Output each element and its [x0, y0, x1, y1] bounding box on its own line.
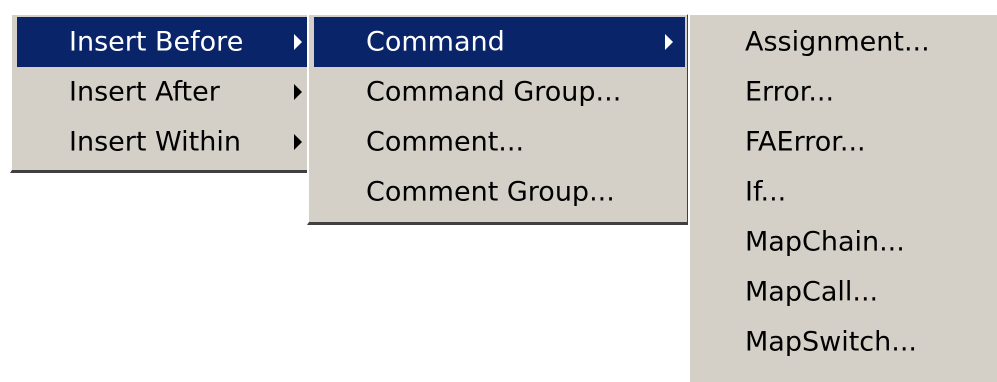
menu-item-label: Command: [366, 26, 505, 58]
menu-item-insert-within[interactable]: Insert Within: [17, 117, 314, 167]
menu-item-mapcall[interactable]: MapCall...: [695, 267, 995, 317]
menu-item-label: Insert Before: [69, 26, 244, 58]
menu-item-comment-group[interactable]: Comment Group...: [314, 167, 685, 217]
menu-item-label: MapChain...: [745, 226, 905, 258]
menu-item-command[interactable]: Command: [314, 17, 685, 67]
menu-item-insert-after[interactable]: Insert After: [17, 67, 314, 117]
menu-item-label: Comment...: [366, 126, 525, 158]
menu-item-label: Error...: [745, 76, 835, 108]
menu-item-label: Command Group...: [366, 76, 622, 108]
menu-item-command-group[interactable]: Command Group...: [314, 67, 685, 117]
menu-item-label: Insert Within: [69, 126, 241, 158]
menu-item-label: Assignment...: [745, 26, 930, 58]
menu-item-label: FAError...: [745, 126, 866, 158]
menu-item-faerror[interactable]: FAError...: [695, 117, 995, 167]
submenu-arrow-icon: [294, 84, 302, 100]
menu-item-label: MapSwitch...: [745, 326, 917, 358]
menu-item-label: If...: [745, 176, 787, 208]
menu-item-mapchain[interactable]: MapChain...: [695, 217, 995, 267]
menu-item-if[interactable]: If...: [695, 167, 995, 217]
submenu-insert-before: Command Command Group... Comment... Comm…: [307, 13, 690, 225]
menu-item-mapswitch[interactable]: MapSwitch...: [695, 317, 995, 367]
menu-item-assignment[interactable]: Assignment...: [695, 17, 995, 67]
submenu-command: Assignment... Error... FAError... If... …: [688, 13, 997, 382]
menu-item-error[interactable]: Error...: [695, 67, 995, 117]
menu-item-label: MapCall...: [745, 276, 879, 308]
menu-item-label: Comment Group...: [366, 176, 615, 208]
menu-item-label: Insert After: [69, 76, 220, 108]
submenu-arrow-icon: [665, 34, 673, 50]
context-menu-insert: Insert Before Insert After Insert Within: [10, 13, 316, 173]
submenu-arrow-icon: [294, 134, 302, 150]
menu-item-insert-before[interactable]: Insert Before: [17, 17, 314, 67]
submenu-arrow-icon: [294, 34, 302, 50]
menu-item-comment[interactable]: Comment...: [314, 117, 685, 167]
